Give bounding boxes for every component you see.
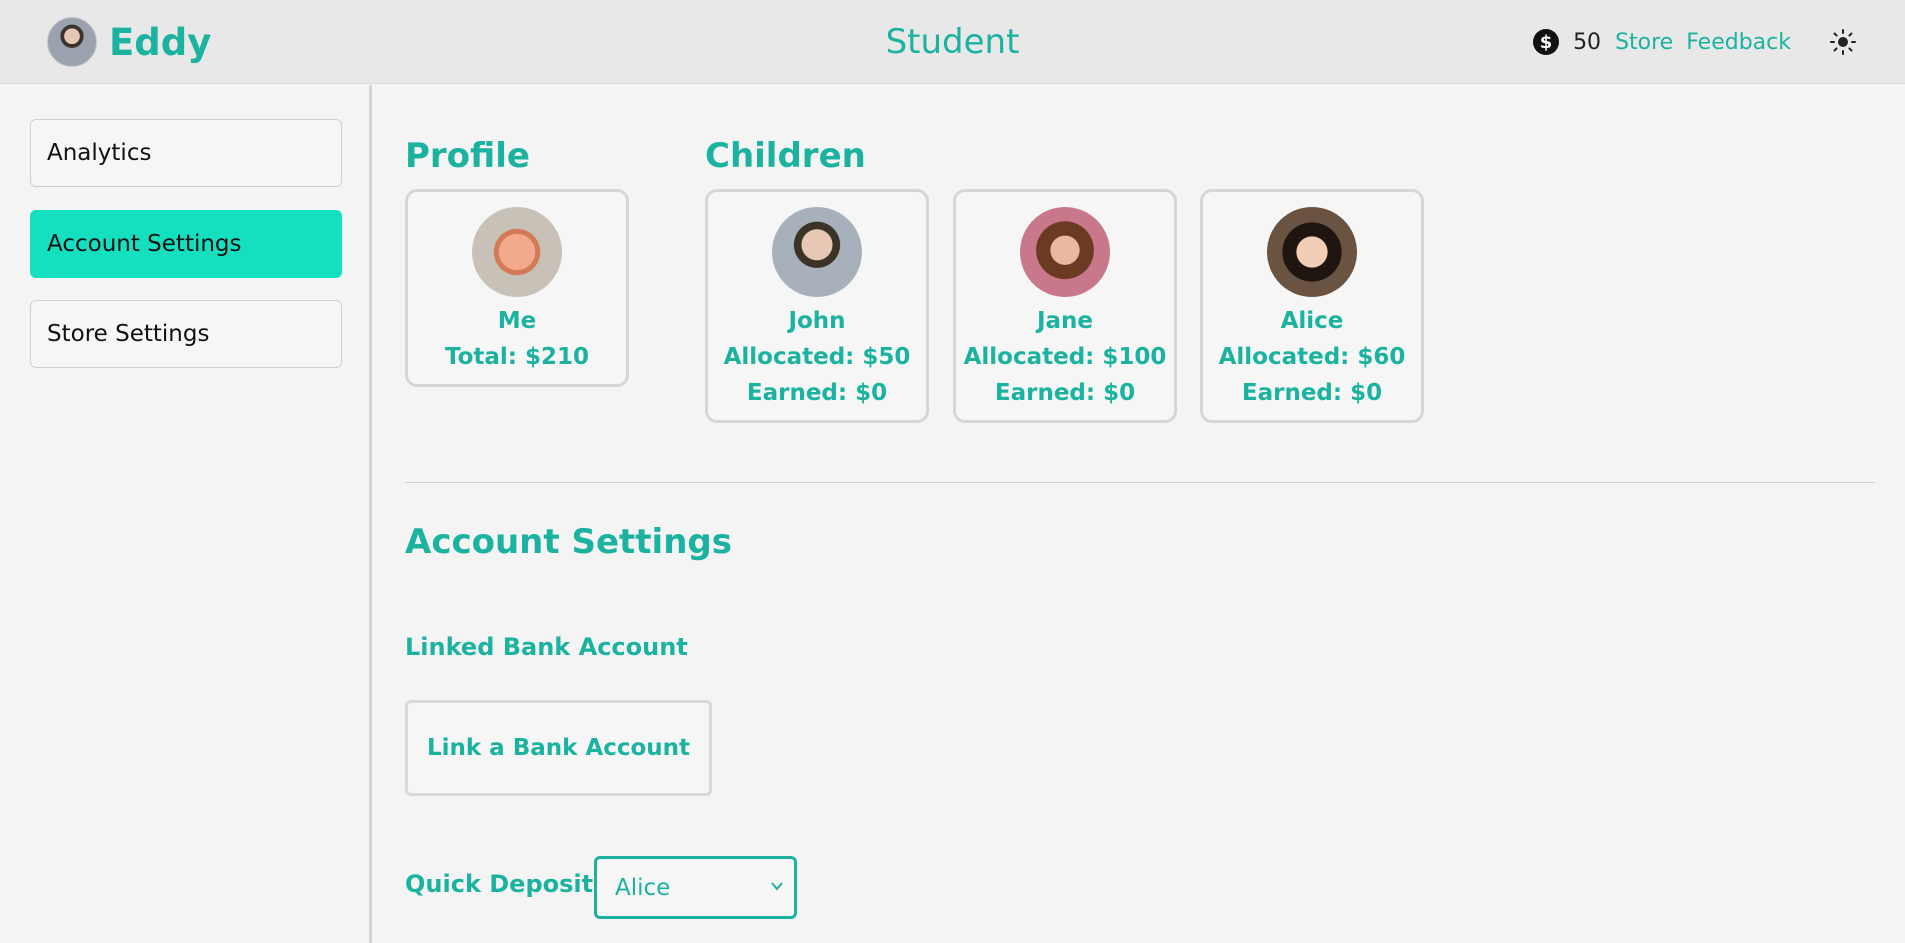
profile-name: Me	[497, 308, 537, 334]
user-name: Eddy	[109, 20, 212, 64]
child-card-jane[interactable]: Jane Allocated: $100 Earned: $0	[953, 189, 1177, 423]
quick-deposit-label: Quick Deposit	[405, 870, 594, 898]
chevron-down-icon	[771, 882, 783, 891]
user-brand[interactable]: Eddy	[47, 17, 211, 67]
child-allocated: Allocated: $60	[1218, 344, 1406, 370]
account-settings-heading: Account Settings	[405, 522, 732, 562]
child-name: Jane	[1036, 308, 1094, 334]
header-actions: $ 50 Store Feedback	[1533, 25, 1857, 59]
top-header: Eddy Student $ 50 Store Feedback	[0, 0, 1905, 84]
child-card-alice[interactable]: Alice Allocated: $60 Earned: $0	[1200, 189, 1424, 423]
user-avatar[interactable]	[47, 17, 97, 67]
child-photo	[772, 207, 862, 297]
child-allocated: Allocated: $100	[963, 344, 1167, 370]
coin-icon: $	[1533, 29, 1560, 55]
child-name: John	[788, 308, 846, 334]
child-name: Alice	[1280, 308, 1344, 334]
children-heading: Children	[705, 136, 866, 176]
section-divider	[405, 482, 1875, 483]
child-photo	[1020, 207, 1110, 297]
link-bank-account-button[interactable]: Link a Bank Account	[405, 700, 712, 796]
sidebar-item-analytics[interactable]: Analytics	[30, 119, 342, 187]
child-allocated: Allocated: $50	[723, 344, 911, 370]
feedback-link[interactable]: Feedback	[1686, 30, 1791, 55]
profile-heading: Profile	[405, 136, 530, 176]
sidebar: Analytics Account Settings Store Setting…	[0, 85, 372, 943]
profile-total: Total: $210	[444, 344, 590, 370]
profile-card[interactable]: Me Total: $210	[405, 189, 629, 387]
coin-count: 50	[1573, 29, 1602, 55]
child-card-john[interactable]: John Allocated: $50 Earned: $0	[705, 189, 929, 423]
store-link[interactable]: Store	[1615, 30, 1673, 55]
child-earned: Earned: $0	[1241, 380, 1383, 406]
quick-deposit-selected: Alice	[615, 874, 671, 901]
linked-bank-heading: Linked Bank Account	[405, 633, 688, 661]
quick-deposit-select[interactable]: Alice	[594, 856, 797, 919]
child-earned: Earned: $0	[994, 380, 1136, 406]
sidebar-item-store-settings[interactable]: Store Settings	[30, 300, 342, 368]
sun-icon[interactable]	[1829, 28, 1857, 56]
child-photo	[1267, 207, 1357, 297]
profile-photo	[472, 207, 562, 297]
sidebar-item-account-settings[interactable]: Account Settings	[30, 210, 342, 278]
child-earned: Earned: $0	[746, 380, 888, 406]
